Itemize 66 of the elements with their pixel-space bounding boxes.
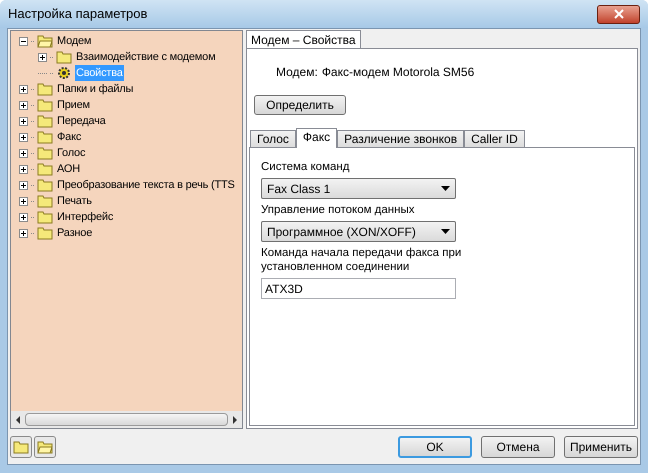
open-folder-button[interactable] — [34, 436, 56, 458]
folder-icon — [37, 146, 53, 160]
field-label: Управление потоком данных — [261, 203, 416, 217]
field-label: Система команд — [261, 160, 350, 174]
field-label: Команда начала передачи факса при установленном соединении — [261, 246, 462, 274]
window-title: Настройка параметров — [8, 5, 148, 24]
close-button[interactable] — [597, 4, 640, 24]
modem-name: Факс-модем Motorola SM56 — [322, 64, 474, 81]
tree-item[interactable]: Прием — [56, 97, 91, 113]
folder-icon — [37, 98, 53, 112]
folder-icon — [37, 130, 53, 144]
folder-icon — [13, 440, 29, 454]
folder-icon — [37, 194, 53, 208]
modem-label: Модем: — [276, 64, 318, 81]
tree-item[interactable]: АОН — [56, 161, 81, 177]
folder-icon — [37, 210, 53, 224]
dialog-button[interactable]: OK — [398, 436, 472, 458]
tab[interactable]: Голос — [250, 130, 296, 148]
scroll-right-icon[interactable] — [232, 416, 238, 424]
dropdown-arrow-icon — [441, 186, 450, 191]
expand-toggle[interactable] — [19, 132, 28, 142]
scroll-left-icon[interactable] — [15, 416, 21, 424]
tree-item[interactable]: Интерфейс — [56, 209, 114, 225]
close-icon — [614, 9, 624, 19]
text-field[interactable]: ATX3D — [261, 278, 456, 299]
dropdown-arrow-icon — [441, 229, 450, 234]
expand-toggle[interactable] — [19, 196, 28, 206]
expand-toggle[interactable] — [19, 100, 28, 110]
gear-icon — [56, 65, 72, 81]
tab[interactable]: Caller ID — [464, 130, 525, 148]
expand-toggle[interactable] — [19, 148, 28, 158]
expand-toggle[interactable] — [19, 180, 28, 190]
tree-item[interactable]: Модем — [56, 33, 92, 49]
folder-icon — [37, 178, 53, 192]
dropdown[interactable]: Fax Class 1 — [261, 178, 456, 199]
tree-item[interactable]: Печать — [56, 193, 93, 209]
dialog-button[interactable]: Применить — [564, 436, 638, 458]
expand-toggle[interactable] — [19, 228, 28, 238]
tree-item[interactable]: Голос — [56, 145, 86, 161]
folder-icon — [37, 114, 53, 128]
tree-item[interactable]: Папки и файлы — [56, 81, 134, 97]
folder-icon — [37, 34, 53, 48]
tab[interactable]: Факс — [296, 128, 338, 148]
tree-item[interactable]: Факс — [56, 129, 82, 145]
expand-toggle[interactable] — [19, 164, 28, 174]
tree-item[interactable]: Взаимодействие с модемом — [75, 49, 216, 65]
expand-toggle[interactable] — [19, 212, 28, 222]
tree-item[interactable]: Преобразование текста в речь (TTS — [56, 177, 236, 193]
tree-item[interactable]: Передача — [56, 113, 107, 129]
folder-icon — [37, 226, 53, 240]
folder-icon — [37, 162, 53, 176]
tab[interactable]: Различение звонков — [337, 130, 464, 148]
folder-button[interactable] — [10, 436, 32, 458]
folder-icon — [37, 440, 53, 454]
horizontal-scrollbar[interactable] — [11, 411, 242, 428]
collapse-toggle[interactable] — [19, 36, 28, 46]
dialog-button[interactable]: Отмена — [481, 436, 555, 458]
folder-icon — [37, 82, 53, 96]
detect-button[interactable]: Определить — [254, 95, 346, 115]
expand-toggle[interactable] — [19, 116, 28, 126]
folder-icon — [56, 50, 72, 64]
expand-toggle[interactable] — [19, 84, 28, 94]
dropdown[interactable]: Программное (XON/XOFF) — [261, 221, 456, 242]
page-tab[interactable]: Модем – Свойства — [246, 30, 361, 49]
expand-toggle[interactable] — [38, 52, 47, 62]
tree-item[interactable]: Разное — [56, 225, 94, 241]
